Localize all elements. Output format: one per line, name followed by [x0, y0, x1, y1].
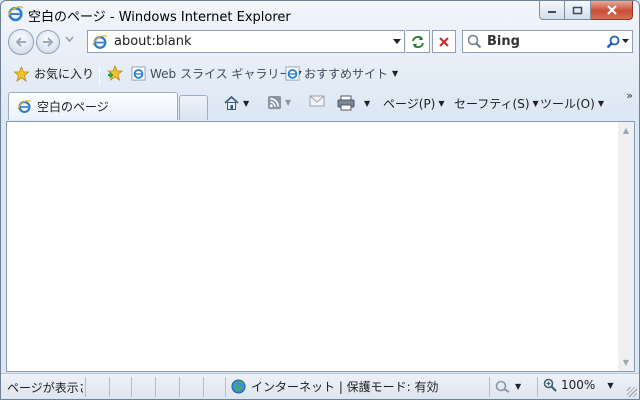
close-button[interactable]	[591, 1, 633, 20]
tab-command-row: 空白のページ ▼ ▼ ▼ ページ(P) ▼ セーフティ(S) ▼ ツール(O) …	[1, 89, 639, 121]
search-icon	[606, 35, 619, 48]
web-slice-gallery-link[interactable]: Web スライス ギャラリー ▼	[131, 65, 302, 82]
feeds-button[interactable]: ▼	[267, 95, 291, 110]
suggested-sites-label: おすすめサイト	[304, 67, 389, 81]
status-divider	[179, 377, 180, 397]
stop-icon	[439, 36, 449, 47]
chevron-down-icon: ▼	[285, 98, 292, 107]
ie-logo-icon	[17, 100, 32, 114]
page-menu-label: ページ(P)	[383, 97, 436, 111]
caption-buttons	[539, 1, 633, 20]
maximize-icon	[572, 6, 583, 14]
window-title: 空白のページ - Windows Internet Explorer	[28, 10, 291, 25]
stop-button[interactable]	[432, 30, 456, 53]
page-menu[interactable]: ページ(P) ▼	[383, 95, 445, 112]
status-divider	[155, 377, 156, 397]
chevron-down-icon: ▼	[364, 98, 371, 108]
tools-menu-label: ツール(O)	[540, 97, 595, 111]
scroll-down-button[interactable]: ▼	[618, 354, 634, 371]
navigation-bar: about:blank Bing	[1, 27, 639, 57]
address-bar[interactable]: about:blank	[87, 30, 405, 53]
zoom-level: 100%	[561, 378, 596, 392]
status-divider	[489, 377, 490, 397]
search-input[interactable]: Bing	[487, 34, 602, 49]
ie-logo-icon	[131, 66, 146, 81]
print-button[interactable]: ▼	[337, 95, 370, 111]
back-button[interactable]	[8, 29, 34, 55]
scroll-up-button[interactable]: ▲	[618, 122, 634, 139]
tab-label: 空白のページ	[37, 100, 109, 114]
chevron-down-icon	[621, 39, 629, 43]
safety-menu-label: セーフティ(S)	[454, 97, 530, 111]
chevron-down-icon: ▼	[392, 69, 399, 78]
chevron-down-icon: ▼	[607, 380, 614, 390]
safety-menu[interactable]: セーフティ(S) ▼	[454, 95, 539, 112]
status-divider	[131, 377, 132, 397]
status-divider	[109, 377, 110, 397]
recent-pages-dropdown[interactable]	[65, 35, 74, 44]
favorites-label: お気に入り	[34, 67, 95, 81]
title-bar[interactable]: 空白のページ - Windows Internet Explorer	[1, 1, 639, 27]
home-icon	[224, 95, 239, 110]
star-icon	[13, 65, 30, 82]
search-box[interactable]: Bing	[462, 30, 633, 53]
print-icon	[337, 95, 355, 111]
tools-menu[interactable]: ツール(O) ▼	[540, 95, 604, 112]
favorites-bar: お気に入り Web スライス ギャラリー ▼ おすすめサイト ▼	[1, 61, 639, 88]
globe-icon	[231, 379, 246, 394]
close-icon	[606, 5, 617, 15]
refresh-icon	[411, 35, 424, 48]
suggested-sites-link[interactable]: おすすめサイト ▼	[285, 65, 398, 82]
ie-window: 空白のページ - Windows Internet Explorer about…	[0, 0, 640, 400]
more-commands-button[interactable]: »	[626, 89, 633, 102]
favorites-separator	[99, 67, 100, 84]
back-arrow-icon	[15, 37, 26, 47]
new-tab-button[interactable]	[179, 95, 208, 120]
chevron-down-icon: ▼	[438, 99, 445, 108]
status-text: ページが表示さ	[7, 381, 83, 395]
search-button[interactable]	[602, 35, 632, 49]
ie-logo-icon	[92, 34, 108, 49]
minimize-button[interactable]	[539, 1, 565, 20]
refresh-button[interactable]	[406, 30, 430, 53]
ie-logo-icon	[7, 6, 24, 22]
add-favorite-icon	[106, 65, 124, 81]
forward-button[interactable]	[36, 30, 60, 54]
ie-logo-icon	[285, 66, 300, 81]
favorites-button[interactable]: お気に入り	[13, 65, 94, 82]
page-content[interactable]	[6, 121, 618, 372]
chevron-down-icon	[393, 38, 401, 44]
home-button[interactable]: ▼	[223, 95, 249, 111]
status-divider	[203, 377, 204, 397]
vertical-scrollbar[interactable]: ▲ ▼	[618, 121, 635, 372]
chevron-down-icon: ▼	[515, 381, 522, 391]
minimize-icon	[548, 11, 556, 13]
status-divider	[85, 377, 86, 397]
add-to-favorites-bar-button[interactable]	[106, 65, 124, 81]
search-provider-icon	[467, 34, 482, 49]
forward-arrow-icon	[43, 37, 54, 47]
address-input[interactable]: about:blank	[114, 34, 390, 49]
popup-blocker-button[interactable]: ▼	[495, 379, 521, 393]
maximize-button[interactable]	[565, 1, 591, 20]
security-zone[interactable]: インターネット | 保護モード: 有効	[231, 378, 439, 395]
resize-grip[interactable]	[627, 387, 637, 397]
zoom-button[interactable]: 100% ▼	[543, 378, 613, 392]
status-bar: ページが表示さ インターネット | 保護モード: 有効 ▼ 100% ▼	[1, 373, 639, 399]
chevron-down-icon: ▼	[532, 99, 539, 108]
status-divider	[225, 377, 226, 397]
web-slice-gallery-label: Web スライス ギャラリー	[150, 67, 292, 81]
status-divider	[537, 377, 538, 397]
mail-icon	[309, 95, 325, 107]
popup-blocker-icon	[495, 380, 510, 393]
address-dropdown[interactable]	[390, 38, 404, 45]
rss-icon	[267, 95, 282, 110]
chevron-down-icon: ▼	[597, 99, 604, 108]
read-mail-button[interactable]	[309, 95, 325, 107]
chevron-down-icon: ▼	[243, 98, 250, 108]
tab-blank-page[interactable]: 空白のページ	[8, 92, 178, 120]
zoom-icon	[543, 378, 557, 392]
security-zone-label: インターネット | 保護モード: 有効	[251, 380, 439, 394]
